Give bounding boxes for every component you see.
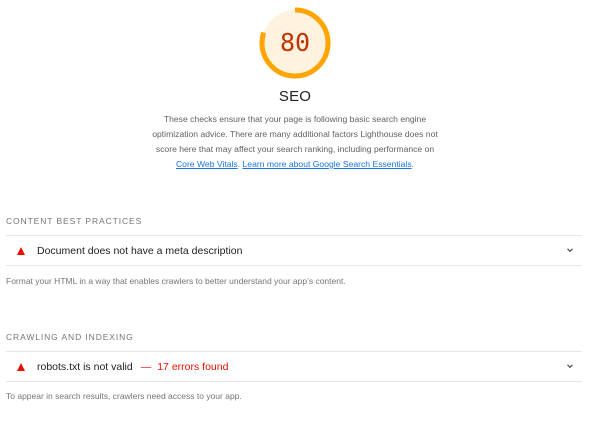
score-gauge: 80: [258, 6, 332, 80]
audit-meta-description[interactable]: Document does not have a meta descriptio…: [6, 235, 582, 266]
chevron-down-icon[interactable]: [564, 360, 576, 372]
description-line-2: optimization advice. There are many addi…: [152, 129, 438, 139]
description-line-3: score here that may affect your search r…: [155, 144, 435, 154]
audit-separator: —: [140, 360, 152, 373]
description-end: .: [411, 159, 415, 169]
category-description: These checks ensure that your page is fo…: [150, 112, 440, 172]
audit-title: Document does not have a meta descriptio…: [37, 244, 243, 257]
group-title-crawling-and-indexing: CRAWLING AND INDEXING: [6, 332, 134, 342]
audit-display-value: 17 errors found: [157, 360, 229, 373]
group-description-crawling-and-indexing: To appear in search results, crawlers ne…: [6, 391, 242, 401]
fail-triangle-icon: [17, 246, 25, 255]
group-description-content-best-practices: Format your HTML in a way that enables c…: [6, 276, 346, 286]
search-essentials-link[interactable]: Learn more about Google Search Essential…: [243, 159, 412, 169]
fail-triangle-icon: [17, 362, 25, 371]
audit-robots-txt[interactable]: robots.txt is not valid — 17 errors foun…: [6, 351, 582, 382]
audit-title: robots.txt is not valid: [37, 360, 133, 373]
chevron-down-icon[interactable]: [564, 244, 576, 256]
description-line-1: These checks ensure that your page is fo…: [163, 114, 427, 124]
category-title: SEO: [278, 88, 312, 105]
score-value: 80: [279, 28, 311, 57]
core-web-vitals-link[interactable]: Core Web Vitals: [176, 159, 238, 169]
group-title-content-best-practices: CONTENT BEST PRACTICES: [6, 216, 143, 226]
